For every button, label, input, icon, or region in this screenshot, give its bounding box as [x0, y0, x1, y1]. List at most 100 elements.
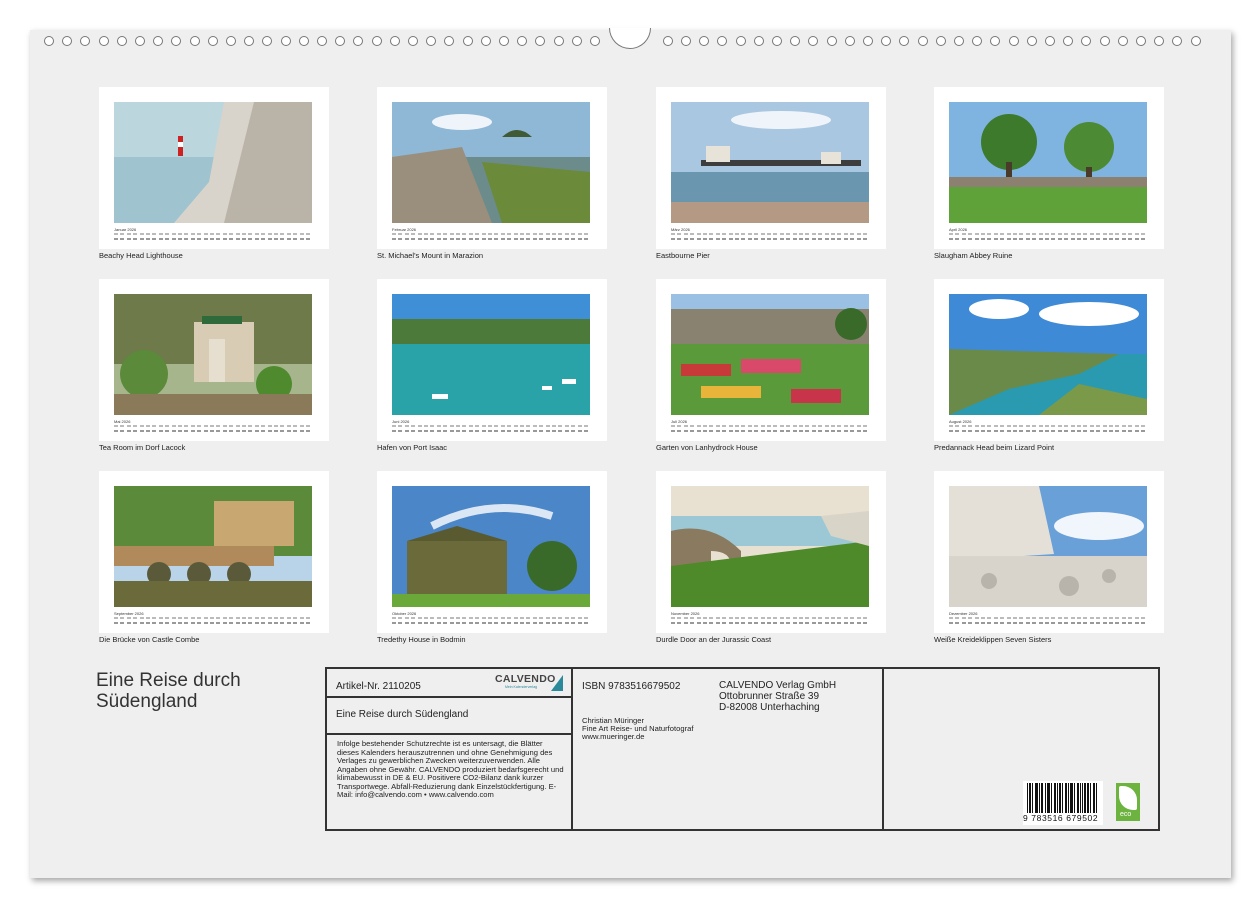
- photo-caption: Die Brücke von Castle Combe: [99, 635, 200, 644]
- photo-caption: Slaugham Abbey Ruine: [934, 251, 1013, 260]
- binding-hole: [1026, 36, 1037, 46]
- binding-hole: [772, 36, 782, 46]
- binding-hole: [98, 36, 109, 46]
- binding-hole: [571, 36, 582, 46]
- month-card: Juli 2026: [656, 279, 886, 441]
- photo-caption: Weiße Kreideklippen Seven Sisters: [934, 635, 1052, 644]
- binding-hole: [808, 36, 819, 46]
- month-label: Juni 2026: [392, 419, 410, 424]
- binding-hole: [881, 36, 892, 46]
- publisher-name: CALVENDO Verlag GmbH: [719, 680, 837, 691]
- binding-hole: [280, 36, 291, 46]
- month-label: Juli 2026: [671, 419, 688, 424]
- info-panel: Artikel-Nr. 2110205 CALVENDO Mein Kalend…: [325, 667, 1160, 831]
- month-card: Juni 2026: [377, 279, 607, 441]
- logo-wordmark: CALVENDO: [495, 673, 556, 685]
- month-photo: [114, 102, 312, 223]
- publisher-city: D-82008 Unterhaching: [719, 702, 820, 713]
- binding-hole: [44, 36, 54, 46]
- binding-hole: [371, 36, 382, 46]
- barcode-number: 9 783516 679502: [1023, 813, 1099, 823]
- month-day-grid: [949, 425, 1147, 435]
- month-label: Februar 2026: [392, 227, 417, 232]
- binding-hole: [116, 36, 127, 46]
- binding-hole: [207, 36, 218, 46]
- binding-hole: [1081, 36, 1092, 46]
- binding-hole: [62, 36, 73, 46]
- month-photo: [949, 486, 1147, 607]
- month-label: Mai 2026: [114, 419, 131, 424]
- month-photo: [114, 294, 312, 415]
- photo-caption: Predannack Head beim Lizard Point: [934, 443, 1055, 452]
- binding-hole: [681, 36, 691, 46]
- binding-hole: [990, 36, 1001, 46]
- month-photo: [671, 486, 869, 607]
- title-line-2: Südengland: [96, 691, 198, 712]
- month-day-grid: [671, 233, 869, 243]
- month-card: Februar 2026: [377, 87, 607, 249]
- month-label: Oktober 2026: [392, 611, 417, 616]
- month-card: April 2026: [934, 87, 1164, 249]
- month-label: März 2026: [671, 227, 690, 232]
- binding-hole: [189, 36, 200, 46]
- binding-hole: [917, 36, 928, 46]
- binding-hole: [335, 36, 346, 46]
- photo-caption: Durdle Door an der Jurassic Coast: [656, 635, 772, 644]
- binding-hole: [1172, 36, 1183, 46]
- month-card: Dezember 2026: [934, 471, 1164, 633]
- month-day-grid: [671, 617, 869, 627]
- binding-hole: [171, 36, 182, 46]
- divider: [571, 669, 573, 829]
- binding-hole: [444, 36, 455, 46]
- binding-hole: [135, 36, 145, 46]
- photo-caption: Eastbourne Pier: [656, 251, 710, 260]
- binding-hole: [317, 36, 327, 46]
- binding-hole: [972, 36, 983, 46]
- leaf-icon: [1119, 786, 1137, 810]
- month-day-grid: [949, 233, 1147, 243]
- binding-hole: [499, 36, 509, 46]
- barcode: 9 783516 679502: [1023, 781, 1103, 825]
- month-photo: [392, 294, 590, 415]
- binding-hole: [262, 36, 273, 46]
- calvendo-logo: CALVENDO Mein Kalenderverlag: [493, 672, 565, 694]
- month-photo: [949, 102, 1147, 223]
- divider: [327, 696, 573, 698]
- month-day-grid: [671, 425, 869, 435]
- product-title: Eine Reise durch Südengland: [336, 709, 469, 720]
- binding-hole: [517, 36, 528, 46]
- month-photo: [671, 294, 869, 415]
- binding-hole: [954, 36, 964, 46]
- binding-hole: [1190, 36, 1201, 46]
- binding-hole: [844, 36, 855, 46]
- month-card: Oktober 2026: [377, 471, 607, 633]
- month-card: August 2026: [934, 279, 1164, 441]
- photo-caption: Tea Room im Dorf Lacock: [99, 443, 186, 452]
- binding-hole: [590, 36, 600, 46]
- month-card: Januar 2026: [99, 87, 329, 249]
- photo-caption: Garten von Lanhydrock House: [656, 443, 758, 452]
- binding-hole: [1136, 36, 1146, 46]
- binding-hole: [535, 36, 546, 46]
- binding-hole: [662, 36, 673, 46]
- binding-hole: [226, 36, 236, 46]
- month-label: April 2026: [949, 227, 968, 232]
- binding-hole: [826, 36, 837, 46]
- barcode-bars: [1027, 783, 1097, 813]
- month-label: Dezember 2026: [949, 611, 978, 616]
- logo-mark-icon: [551, 675, 563, 691]
- month-day-grid: [392, 617, 590, 627]
- month-day-grid: [949, 617, 1147, 627]
- month-day-grid: [114, 233, 312, 243]
- binding-hole: [1045, 36, 1055, 46]
- photo-caption: Tredethy House in Bodmin: [377, 635, 466, 644]
- month-label: September 2026: [114, 611, 144, 616]
- binding-hole: [790, 36, 801, 46]
- author-website: www.mueringer.de: [582, 732, 645, 741]
- photo-caption: Hafen von Port Isaac: [377, 443, 448, 452]
- month-photo: [949, 294, 1147, 415]
- photo-caption: Beachy Head Lighthouse: [99, 251, 183, 260]
- legal-notice: Infolge bestehender Schutzrechte ist es …: [337, 739, 564, 799]
- binding-hole: [717, 36, 728, 46]
- binding-hole: [462, 36, 473, 46]
